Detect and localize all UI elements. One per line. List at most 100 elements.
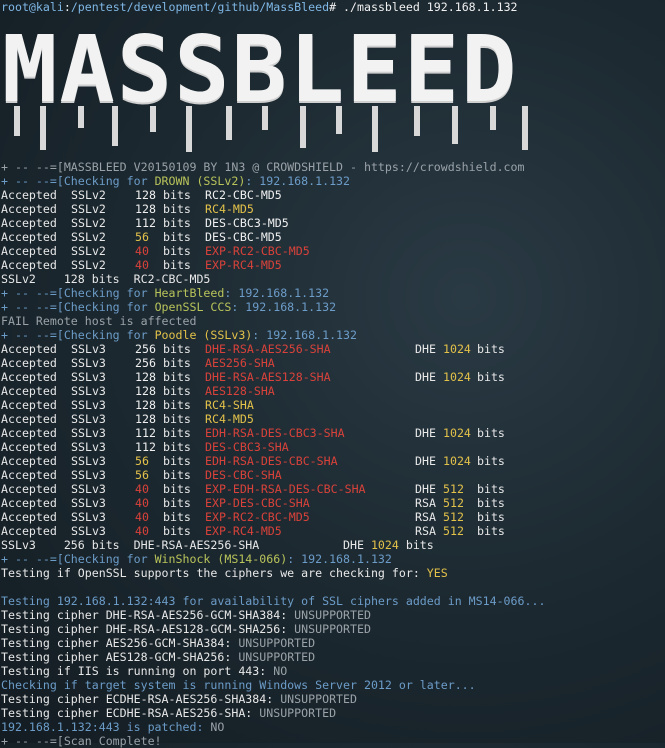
iis-line: Testing if IIS is running on port 443: N… — [1, 664, 288, 678]
protocol-cell: SSLv3 — [71, 468, 106, 482]
cipher-name: RC4-MD5 — [204, 202, 254, 216]
status-cell: Accepted — [1, 188, 57, 202]
status-cell: Accepted — [1, 496, 57, 510]
header-line: + -- --=[MASSBLEED V20150109 BY 1N3 @ CR… — [1, 160, 525, 174]
cipher-row: Accepted SSLv2 40 bits EXP-RC4-MD5 — [0, 258, 665, 272]
cipher-row: Accepted SSLv3 256 bits AES256-SHA — [0, 356, 665, 370]
bits-value: 128 — [135, 202, 156, 216]
cipher-row: Accepted SSLv2 56 bits DES-CBC-MD5 — [0, 230, 665, 244]
drown-check-line: + -- --=[Checking for DROWN (SSLv2): 192… — [1, 174, 351, 188]
protocol-cell: SSLv3 — [71, 454, 106, 468]
prompt-line: root@kali:/pentest/development/github/Ma… — [1, 0, 518, 14]
kx-name: DHE — [414, 482, 436, 496]
cipher-name: DES-CBC3-SHA — [204, 440, 289, 454]
status-cell: Accepted — [1, 510, 57, 524]
bits-value: 128 — [135, 370, 156, 384]
bits-label: bits — [162, 440, 191, 454]
banner-title: MASSBLEED — [2, 16, 519, 123]
cipher-test-result: UNSUPPORTED — [280, 692, 357, 706]
protocol-cell: SSLv3 — [71, 398, 106, 412]
cipher-test-result: UNSUPPORTED — [238, 650, 316, 664]
availability-line: Testing 192.168.1.132:443 for availabili… — [1, 594, 546, 608]
status-cell: Accepted — [1, 216, 57, 230]
kx-bits: 1024 — [442, 454, 471, 468]
kx-name: DHE — [414, 370, 436, 384]
protocol-cell: SSLv3 — [71, 412, 106, 426]
cipher-name: EXP-RC2-CBC-MD5 — [204, 244, 310, 258]
kx-bits: 512 — [442, 482, 464, 496]
protocol-cell: SSLv3 — [71, 356, 106, 370]
cipher-row: Accepted SSLv3 112 bits DES-CBC3-SHA — [0, 440, 665, 454]
cipher-row: Accepted SSLv3 56 bits DES-CBC-SHA — [0, 468, 665, 482]
cipher-name: EXP-RC2-CBC-MD5 — [204, 510, 310, 524]
cipher-name: DES-CBC-SHA — [204, 468, 282, 482]
kx-bits: 512 — [442, 510, 464, 524]
cipher-row: Accepted SSLv2 128 bits RC2-CBC-MD5 — [0, 188, 665, 202]
bits-value: 112 — [135, 440, 156, 454]
cipher-name: RC4-MD5 — [204, 412, 254, 426]
cipher-test-line: Testing cipher DHE-RSA-AES256-GCM-SHA384… — [0, 608, 665, 622]
bits-label: bits — [162, 244, 191, 258]
cipher-name: EDH-RSA-DES-CBC-SHA — [204, 454, 338, 468]
cipher-name: AES128-SHA — [204, 384, 275, 398]
kx-bits-label: bits — [476, 370, 505, 384]
bits-label: bits — [162, 230, 191, 244]
kx-name: RSA — [414, 524, 436, 538]
poodle-results: Accepted SSLv3 256 bits DHE-RSA-AES256-SHA D… — [0, 342, 665, 538]
cipher-test-label: Testing cipher DHE-RSA-AES128-GCM-SHA256… — [1, 622, 295, 636]
bits-value: 128 — [135, 384, 156, 398]
cipher-name: DHE-RSA-AES128-SHA — [204, 370, 331, 384]
terminal-window[interactable]: root@kali:/pentest/development/github/Ma… — [0, 0, 665, 748]
protocol-cell: SSLv2 — [71, 202, 106, 216]
openssl-support-line: Testing if OpenSSL supports the ciphers … — [1, 566, 448, 580]
cipher-name: EXP-RC4-MD5 — [204, 258, 282, 272]
bits-label: bits — [162, 356, 191, 370]
bits-value: 40 — [135, 482, 149, 496]
bits-value: 128 — [135, 398, 156, 412]
cipher-row: Accepted SSLv3 40 bits EXP-RC4-MD5 RSA 512 bit… — [0, 524, 665, 538]
cipher-test-label: Testing cipher ECDHE-RSA-AES256-SHA: — [1, 706, 260, 720]
cipher-row: Accepted SSLv3 40 bits EXP-EDH-RSA-DES-CBC-… — [0, 482, 665, 496]
windows-check-line: Checking if target system is running Win… — [1, 678, 476, 692]
kx-bits: 1024 — [442, 426, 471, 440]
cipher-row: Accepted SSLv2 40 bits EXP-RC2-CBC-MD5 — [0, 244, 665, 258]
cipher-test-result: UNSUPPORTED — [294, 622, 371, 636]
bits-label: bits — [162, 482, 191, 496]
prompt-path: /pentest/development/github/MassBleed — [70, 0, 330, 14]
kx-bits: 512 — [442, 524, 464, 538]
bits-label: bits — [162, 496, 191, 510]
kx-bits-label: bits — [476, 510, 505, 524]
poodle-summary: SSLv3 256 bits DHE-RSA-AES256-SHA DHE 102… — [1, 538, 434, 552]
ccs-check-line: + -- --=[Checking for OpenSSL CCS: 192.1… — [1, 300, 337, 314]
bits-label: bits — [162, 510, 191, 524]
patched-line: 192.168.1.132:443 is patched: NO — [1, 720, 225, 734]
bits-label: bits — [162, 370, 191, 384]
status-cell: Accepted — [1, 202, 57, 216]
protocol-cell: SSLv3 — [71, 510, 106, 524]
cipher-row: Accepted SSLv3 56 bits EDH-RSA-DES-CBC-SHA D… — [0, 454, 665, 468]
protocol-cell: SSLv3 — [71, 426, 106, 440]
protocol-cell: SSLv3 — [71, 482, 106, 496]
cipher-name: DES-CBC-MD5 — [204, 230, 282, 244]
cipher-row: Accepted SSLv3 128 bits RC4-MD5 — [0, 412, 665, 426]
cipher-test-result: UNSUPPORTED — [259, 706, 337, 720]
protocol-cell: SSLv2 — [71, 230, 106, 244]
bits-label: bits — [162, 216, 191, 230]
kx-name: RSA — [414, 510, 436, 524]
prompt-command: # ./massbleed 192.168.1.132 — [329, 0, 518, 14]
cipher-row: Accepted SSLv3 128 bits RC4-SHA — [0, 398, 665, 412]
cipher-name: EXP-DES-CBC-SHA — [204, 496, 310, 510]
cipher-name: EXP-EDH-RSA-DES-CBC-SHA — [204, 482, 366, 496]
protocol-cell: SSLv2 — [71, 216, 106, 230]
status-cell: Accepted — [1, 258, 57, 272]
status-cell: Accepted — [1, 384, 57, 398]
poodle-check-line: + -- --=[Checking for Poodle (SSLv3): 19… — [1, 328, 357, 342]
bits-value: 56 — [135, 230, 149, 244]
cipher-name: RC2-CBC-MD5 — [204, 188, 282, 202]
status-cell: Accepted — [1, 398, 57, 412]
cipher-test-line: Testing cipher ECDHE-RSA-AES256-SHA384: … — [0, 692, 665, 706]
bits-value: 56 — [135, 454, 149, 468]
bits-value: 256 — [135, 356, 156, 370]
bits-label: bits — [162, 384, 191, 398]
prompt-user-host: root@kali — [1, 0, 64, 14]
